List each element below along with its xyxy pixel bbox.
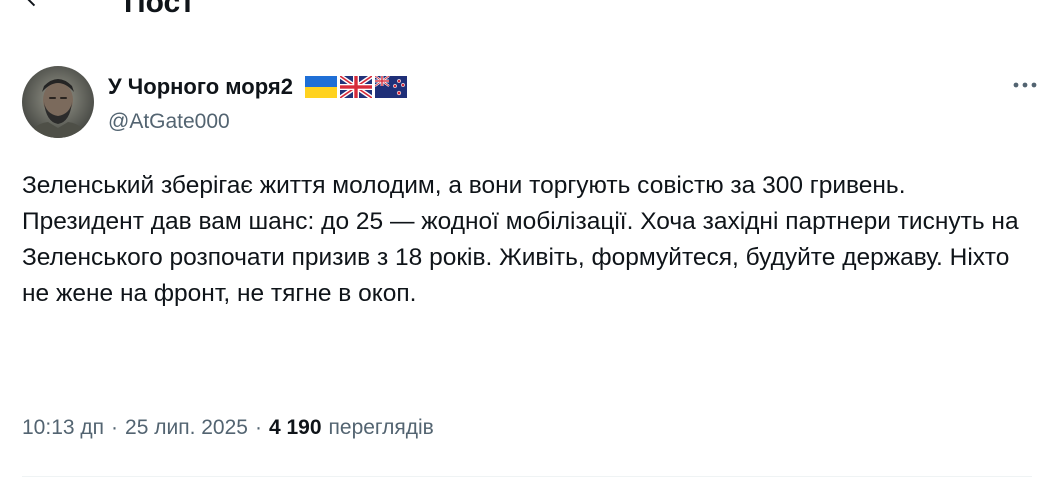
tweet-paragraph: Зеленський зберігає життя молодим, а вон…: [22, 172, 906, 199]
page-title: Пост: [124, 0, 195, 19]
tweet-meta: 10:13 дп · 25 лип. 2025 · 4 190 перегляд…: [22, 411, 434, 445]
tweet-time[interactable]: 10:13 дп: [22, 413, 104, 443]
avatar-image: [22, 66, 94, 138]
author-name-row: У Чорного моря2: [108, 70, 407, 104]
views-count: 4 190: [268, 416, 322, 439]
meta-separator: ·: [254, 416, 262, 439]
arrow-left-icon[interactable]: [18, 0, 48, 12]
tweet-date[interactable]: 25 лип. 2025: [125, 413, 248, 443]
page-header: Пост: [0, 0, 1042, 22]
more-options-button[interactable]: [1008, 72, 1042, 98]
ukraine-flag-icon: [304, 76, 337, 98]
more-horizontal-icon: [1013, 82, 1037, 88]
author-handle[interactable]: @AtGate000: [108, 108, 230, 136]
meta-separator: ·: [111, 416, 119, 439]
views-label: переглядів: [328, 416, 434, 439]
author-flags: [304, 76, 407, 98]
tweet-text: Зеленський зберігає життя молодим, а вон…: [22, 168, 1032, 312]
author-display-name[interactable]: У Чорного моря2: [108, 72, 293, 102]
avatar[interactable]: [22, 66, 94, 138]
divider: [22, 476, 1032, 477]
tweet-paragraph: Президент дав вам шанс: до 25 — жодної м…: [22, 208, 1019, 307]
united-kingdom-flag-icon: [339, 76, 372, 98]
new-zealand-flag-icon: [374, 76, 407, 98]
